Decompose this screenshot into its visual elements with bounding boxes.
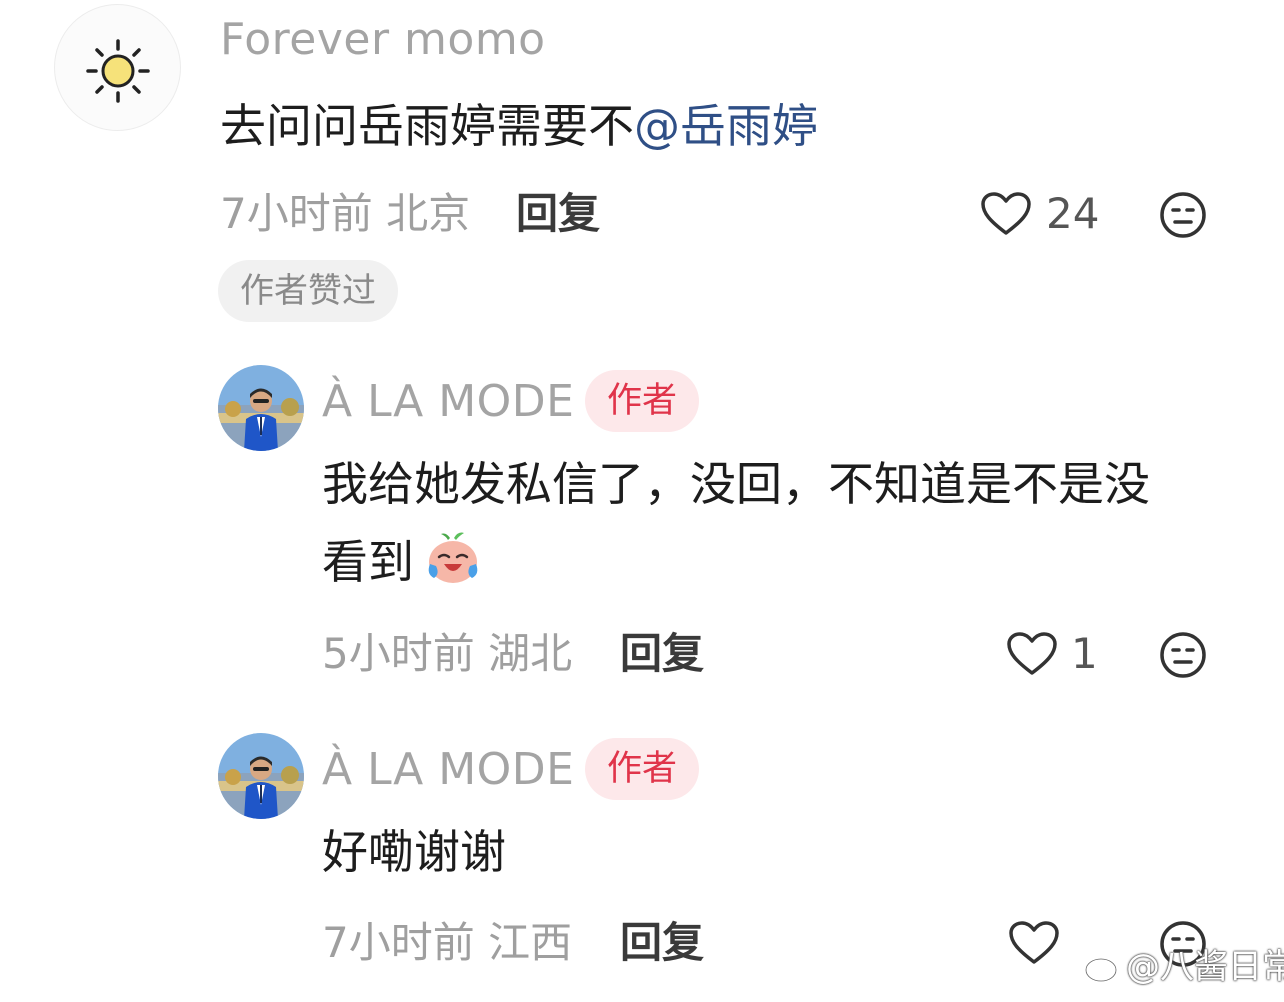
username[interactable]: À LA MODE — [322, 748, 574, 792]
author-badge: 作者 — [585, 738, 700, 800]
comment-body: 去问问岳雨婷需要不 — [220, 99, 634, 153]
comment-text: 好嘞谢谢 — [322, 825, 506, 879]
crying-laughing-emoji-icon — [424, 530, 482, 586]
mention-link[interactable]: @岳雨婷 — [634, 99, 818, 153]
comment-time-location: 5小时前 湖北 — [322, 629, 573, 678]
comment-time-location: 7小时前 江西 — [322, 918, 573, 967]
heart-icon[interactable] — [1008, 920, 1060, 966]
like-count: 24 — [1046, 189, 1100, 238]
username[interactable]: À LA MODE — [322, 380, 574, 424]
weibo-logo-icon — [1084, 948, 1124, 984]
author-liked-tag: 作者赞过 — [218, 260, 398, 322]
sun-icon — [86, 39, 150, 103]
heart-icon[interactable] — [1006, 631, 1058, 677]
comment-text: 我给她发私信了，没回，不知道是不是没 — [322, 457, 1150, 511]
comment-text-line2: 看到 — [322, 522, 414, 602]
comment-body: 看到 — [322, 535, 414, 589]
like-count: 1 — [1071, 629, 1098, 678]
watermark: @八酱日常 — [1126, 947, 1284, 987]
avatar[interactable] — [54, 4, 181, 131]
reply-button[interactable]: 回复 — [620, 922, 704, 964]
comment-text: 去问问岳雨婷需要不@岳雨婷 — [220, 86, 818, 166]
dislike-face-icon[interactable] — [1159, 191, 1207, 239]
dislike-face-icon[interactable] — [1159, 631, 1207, 679]
author-badge: 作者 — [585, 370, 700, 432]
username[interactable]: Forever momo — [220, 18, 546, 62]
heart-icon[interactable] — [980, 191, 1032, 237]
avatar[interactable] — [218, 365, 304, 451]
reply-button[interactable]: 回复 — [516, 193, 600, 235]
reply-button[interactable]: 回复 — [620, 633, 704, 675]
avatar[interactable] — [218, 733, 304, 819]
comment-time-location: 7小时前 北京 — [220, 189, 471, 238]
